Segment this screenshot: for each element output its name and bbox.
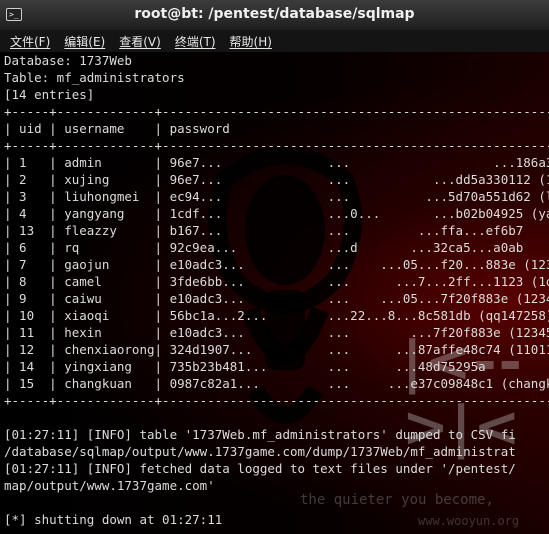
menu-view[interactable]: 查看(V) <box>119 33 161 50</box>
menu-bar: 文件(F) 编辑(E) 查看(V) 终端(T) 帮助(H) <box>0 30 549 52</box>
terminal-line: Database: 1737Web <box>4 53 132 68</box>
menu-file[interactable]: 文件(F) <box>10 33 50 50</box>
terminal-line: | 4 | yangyang | 1cdf... ...0... ...b02b… <box>4 206 549 221</box>
menu-edit[interactable]: 编辑(E) <box>64 33 105 50</box>
terminal-screen[interactable]: |<-->|< the quieter you become, www.wooy… <box>0 52 549 534</box>
terminal-line: | 8 | camel | 3fde6bb... ... ...7...2ff.… <box>4 274 549 289</box>
terminal-line: [01:27:11] [INFO] fetched data logged to… <box>4 461 516 476</box>
terminal-line: | 6 | rq | 92c9ea... ...d ...32ca5...a0a… <box>4 240 524 255</box>
terminal-line: +-----+-------------+-------------------… <box>4 138 549 153</box>
window-title: root@bt: /pentest/database/sqlmap <box>134 6 415 22</box>
terminal-line: | 9 | caiwu | e10adc3... ... ...05...7f2… <box>4 291 549 306</box>
terminal-line: | 1 | admin | 96e7... ... ...186a3a <box>4 155 549 170</box>
terminal-line: +-----+-------------+-------------------… <box>4 393 549 408</box>
terminal-line: | 11 | hexin | e10adc3... ... ...7f20f88… <box>4 325 549 340</box>
terminal-line: /database/sqlmap/output/www.1737game.com… <box>4 444 516 459</box>
terminal-line: [*] shutting down at 01:27:11 <box>4 512 223 527</box>
terminal-line: | 3 | liuhongmei | ec94... ... ...5d70a5… <box>4 189 549 204</box>
terminal-line: | 7 | gaojun | e10adc3... ... ...05...f2… <box>4 257 549 272</box>
terminal-line: | 10 | xiaoqi | 56bc1a...2... ...22...8.… <box>4 308 549 323</box>
terminal-line: Table: mf_administrators <box>4 70 185 85</box>
terminal-output: Database: 1737Web Table: mf_administrator… <box>4 52 549 534</box>
terminal-line: | 2 | xujing | 96e7... ... ...dd5a330112… <box>4 172 549 187</box>
terminal-line: | 13 | fleazzy | b167... ... ...ffa...ef… <box>4 223 524 238</box>
terminal-line: +-----+-------------+-------------------… <box>4 104 549 119</box>
terminal-line: | 12 | chenxiaorong| 324d1907... ... ...… <box>4 342 549 357</box>
title-bar: >_ root@bt: /pentest/database/sqlmap <box>0 0 549 31</box>
terminal-line: map/output/www.1737game.com' <box>4 478 215 493</box>
menu-help[interactable]: 帮助(H) <box>230 33 272 50</box>
terminal-line: | 15 | changkuan | 0987c82a1... ... ...e… <box>4 376 549 391</box>
terminal-line: [14 entries] <box>4 87 95 102</box>
menu-terminal[interactable]: 终端(T) <box>175 33 216 50</box>
terminal-line: | 14 | yingxiang | 735b23b481... ... ...… <box>4 359 486 374</box>
terminal-line: [01:27:11] [INFO] table '1737Web.mf_admi… <box>4 427 516 442</box>
terminal-line: | uid | username | password <box>4 121 230 136</box>
